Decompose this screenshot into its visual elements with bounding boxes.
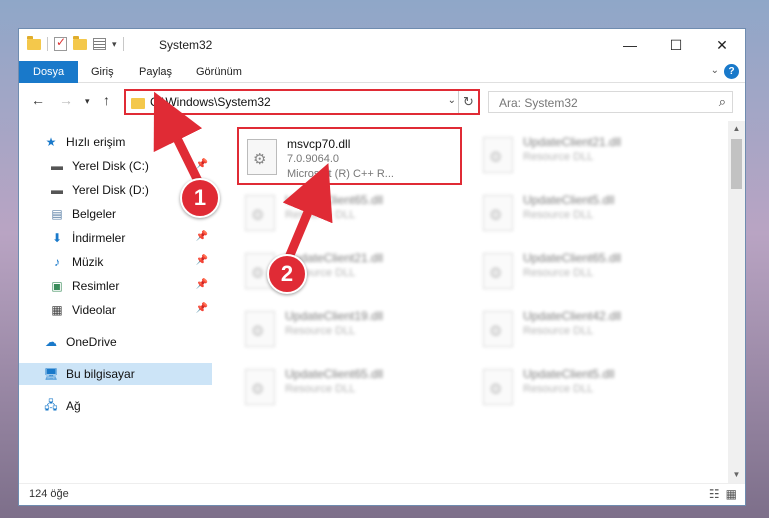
annotation-arrows — [153, 91, 333, 260]
step-2-badge: 2 — [267, 254, 307, 294]
arrow-to-file — [282, 163, 333, 260]
step-1-badge: 1 — [180, 178, 220, 218]
arrow-to-address-bar — [153, 91, 205, 190]
